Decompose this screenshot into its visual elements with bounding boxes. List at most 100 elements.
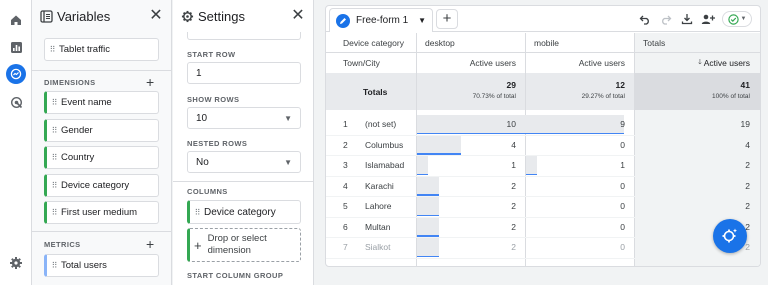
mobile-bar-underline — [526, 132, 624, 134]
dimension-label: Country — [61, 152, 95, 163]
share-user-icon[interactable] — [699, 10, 717, 28]
settings-icon[interactable] — [6, 253, 26, 273]
close-variables-icon[interactable]: ✕ — [149, 8, 163, 24]
columns-label: COLUMNS — [187, 187, 228, 196]
exploration-canvas: Free-form 1 ▼ + ▼ Device category deskto… — [325, 5, 761, 267]
drag-handle-icon[interactable]: ⠿ — [47, 181, 61, 190]
dimension-chip[interactable]: ⠿ First user medium — [44, 201, 159, 224]
dimensions-heading: DIMENSIONS — [44, 78, 96, 87]
chart-pencil-icon — [336, 13, 350, 28]
chevron-down-icon: ▼ — [740, 16, 747, 22]
dimension-chip[interactable]: ⠿ Event name — [44, 91, 159, 114]
drag-handle-icon[interactable]: ⠿ — [47, 153, 61, 162]
divider — [32, 70, 171, 71]
row-mobile-value: 0 — [620, 139, 625, 150]
row-mobile-value: 9 — [620, 119, 625, 130]
mobile-bar-underline — [526, 173, 537, 175]
row-divider — [326, 237, 760, 238]
desktop-bar-underline — [417, 235, 439, 237]
totals-desktop-pct: 70.73% of total — [472, 93, 516, 100]
header-town-city[interactable]: Town/City — [343, 53, 380, 73]
mobile-bar — [526, 156, 537, 175]
redo-icon[interactable] — [657, 10, 675, 28]
start-row-input[interactable]: 1 — [187, 62, 301, 84]
close-settings-icon[interactable]: ✕ — [291, 8, 305, 24]
metric-chip[interactable]: ⠿ Total users — [44, 254, 159, 277]
metrics-heading: METRICS — [44, 240, 81, 249]
row-desktop-value: 1 — [511, 160, 516, 171]
header-active-users-desktop[interactable]: Active users — [470, 53, 516, 73]
totals-all: 41 — [740, 80, 750, 90]
row-mobile-value: 0 — [620, 221, 625, 232]
check-circle-icon — [727, 13, 739, 25]
row-city: Karachi — [365, 180, 394, 191]
row-total-value: 2 — [745, 201, 750, 212]
totals-mobile: 12 — [615, 80, 625, 90]
nested-rows-value: No — [196, 156, 209, 168]
sort-arrow-icon: 🡓 — [698, 58, 702, 66]
row-number: 4 — [343, 180, 348, 191]
settings-panel: Settings ✕ START ROW 1 SHOW ROWS 10 ▼ NES… — [173, 0, 314, 285]
row-mobile-value: 0 — [620, 242, 625, 253]
add-metric-icon[interactable]: + — [146, 237, 154, 251]
tab-dropdown-icon[interactable]: ▼ — [418, 16, 426, 25]
toolbar: ▼ — [633, 10, 752, 28]
drag-handle-icon[interactable]: ⠿ — [47, 98, 61, 107]
totals-label: Totals — [363, 86, 388, 97]
reports-icon[interactable] — [6, 37, 26, 57]
tab-free-form-1[interactable]: Free-form 1 ▼ — [329, 8, 433, 32]
row-total-value: 19 — [740, 119, 750, 130]
header-active-users-total[interactable]: 🡓 Active users — [698, 53, 750, 73]
dimension-label: Gender — [61, 125, 93, 136]
start-row-value: 1 — [196, 67, 202, 79]
divider — [326, 52, 760, 53]
row-city: (not set) — [365, 119, 397, 130]
row-number: 2 — [343, 139, 348, 150]
row-number: 1 — [343, 119, 348, 130]
header-device-category: Device category — [343, 37, 404, 48]
drag-handle-icon[interactable]: ⠿ — [47, 261, 61, 270]
row-desktop-value: 4 — [511, 139, 516, 150]
divider — [634, 33, 635, 266]
desktop-bar — [417, 135, 461, 154]
insights-fab-button[interactable] — [713, 219, 747, 253]
dimension-chip[interactable]: ⠿ Country — [44, 146, 159, 169]
add-dimension-icon[interactable]: + — [146, 75, 154, 89]
metric-label: Total users — [61, 260, 107, 271]
explore-icon[interactable] — [6, 64, 26, 84]
tab-bar: Free-form 1 ▼ + ▼ — [326, 6, 760, 32]
row-divider — [326, 216, 760, 218]
drag-handle-icon[interactable]: ⠿ — [45, 45, 59, 54]
totals-all-pct: 100% of total — [712, 93, 750, 100]
settings-title: Settings — [198, 8, 245, 24]
undo-icon[interactable] — [636, 10, 654, 28]
show-rows-select[interactable]: 10 ▼ — [187, 107, 301, 129]
drag-handle-icon[interactable]: ⠿ — [47, 208, 61, 217]
add-tab-button[interactable]: + — [436, 9, 458, 29]
download-icon[interactable] — [678, 10, 696, 28]
nested-rows-select[interactable]: No ▼ — [187, 151, 301, 173]
dropdown-caret-icon: ▼ — [284, 157, 292, 167]
row-city: Lahore — [365, 201, 392, 212]
left-nav-rail — [0, 0, 32, 285]
row-desktop-value: 2 — [511, 221, 516, 232]
row-total-value: 2 — [745, 180, 750, 191]
clipped-field — [187, 32, 301, 40]
dimension-label: Device category — [61, 180, 130, 191]
status-check-dropdown[interactable]: ▼ — [722, 11, 752, 27]
row-city: Sialkot — [365, 242, 391, 253]
desktop-bar-underline — [417, 194, 439, 196]
advertising-icon[interactable] — [6, 92, 26, 112]
free-form-table: Device category desktop mobile Totals To… — [326, 33, 760, 266]
segment-chip[interactable]: ⠿ Tablet traffic — [44, 38, 159, 61]
row-number: 5 — [343, 201, 348, 212]
drag-handle-icon[interactable]: ⠿ — [47, 126, 61, 135]
column-dimension-chip[interactable]: ⠿ Device category — [187, 200, 301, 224]
home-icon[interactable] — [6, 10, 26, 30]
dimension-chip[interactable]: ⠿ Device category — [44, 174, 159, 197]
header-active-users-mobile[interactable]: Active users — [579, 53, 625, 73]
drag-handle-icon[interactable]: ⠿ — [190, 208, 204, 217]
dimension-chip[interactable]: ⠿ Gender — [44, 119, 159, 142]
divider — [525, 33, 526, 266]
drop-dimension-target[interactable]: + Drop or select dimension — [187, 228, 301, 262]
